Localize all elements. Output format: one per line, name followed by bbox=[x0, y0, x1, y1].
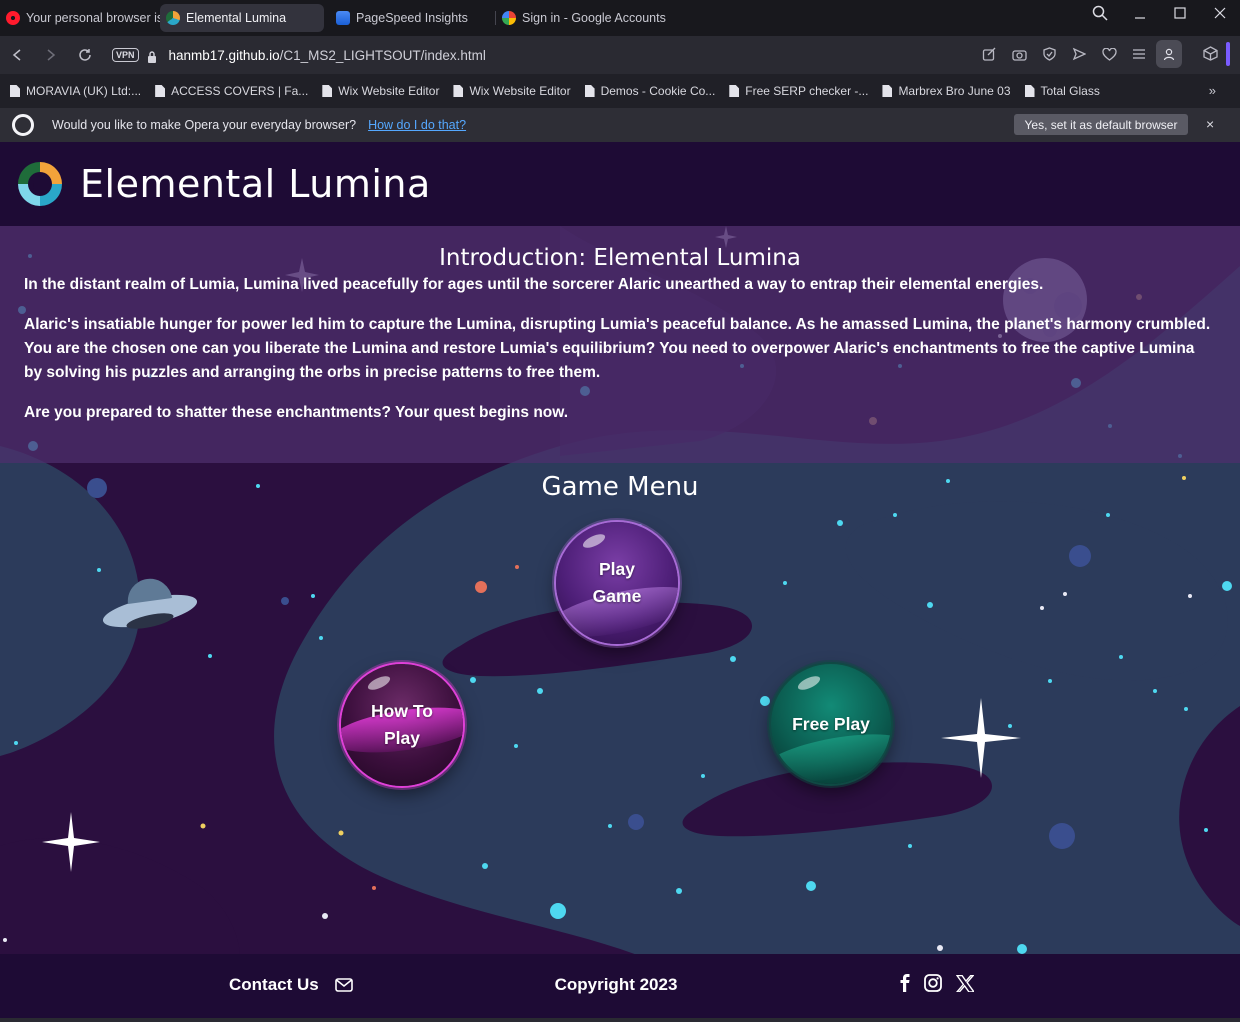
pagespeed-icon bbox=[336, 11, 350, 25]
search-tabs-icon[interactable] bbox=[1080, 0, 1120, 26]
lock-icon[interactable] bbox=[147, 50, 157, 63]
page-icon bbox=[729, 85, 740, 97]
set-default-button[interactable]: Yes, set it as default browser bbox=[1014, 114, 1188, 135]
bookmark-item[interactable]: Marbrex Bro June 03 bbox=[882, 84, 1011, 98]
bookmark-item[interactable]: Total Glass bbox=[1024, 84, 1100, 98]
social-links bbox=[900, 974, 974, 992]
reload-button[interactable] bbox=[68, 40, 102, 70]
bookmark-item[interactable]: MORAVIA (UK) Ltd:... bbox=[10, 84, 141, 98]
intro-paragraph: In the distant realm of Lumia, Lumina li… bbox=[24, 276, 1044, 293]
elemental-lumina-icon bbox=[166, 11, 180, 25]
extensions-cube-icon[interactable] bbox=[1203, 46, 1218, 66]
x-icon[interactable] bbox=[956, 974, 974, 992]
maximize-button[interactable] bbox=[1160, 0, 1200, 26]
facebook-icon[interactable] bbox=[900, 974, 910, 992]
copyright-text: Copyright 2023 bbox=[554, 975, 678, 994]
google-icon bbox=[502, 11, 516, 25]
send-icon[interactable] bbox=[1066, 40, 1092, 68]
url-text[interactable]: hanmb17.github.io/C1_MS2_LIGHTSOUT/index… bbox=[169, 48, 486, 63]
intro-paragraph: Are you prepared to shatter these enchan… bbox=[24, 404, 569, 421]
infobar-message: Would you like to make Opera your everyd… bbox=[52, 118, 357, 132]
intro-title: Introduction: Elemental Lumina bbox=[439, 245, 801, 271]
easy-setup-icon[interactable] bbox=[1126, 40, 1152, 68]
how-to-link[interactable]: How do I do that? bbox=[368, 118, 466, 132]
address-bar: VPN hanmb17.github.io/C1_MS2_LIGHTSOUT/i… bbox=[0, 36, 1240, 74]
infobar-close-button[interactable]: × bbox=[1206, 116, 1214, 132]
minimize-button[interactable] bbox=[1120, 0, 1160, 26]
page-icon bbox=[882, 85, 893, 97]
default-browser-infobar: Would you like to make Opera your everyd… bbox=[0, 108, 1240, 142]
sparkle-icon bbox=[42, 812, 100, 872]
opera-icon bbox=[6, 11, 20, 25]
tab-pagespeed[interactable]: PageSpeed Insights bbox=[330, 4, 496, 32]
tab-elemental-lumina[interactable]: Elemental Lumina bbox=[160, 4, 324, 32]
bookmark-item[interactable]: Wix Website Editor bbox=[453, 84, 571, 98]
page-icon bbox=[322, 85, 333, 97]
web-page: Elemental Lumina Introduction: Elemental… bbox=[0, 142, 1240, 1022]
edit-icon[interactable] bbox=[976, 40, 1002, 68]
bookmarks-more-button[interactable]: » bbox=[1209, 83, 1216, 98]
address-bar-tools bbox=[976, 40, 1182, 68]
tab-label: Elemental Lumina bbox=[186, 11, 287, 25]
opera-logo-icon bbox=[12, 114, 34, 136]
bookmark-item[interactable]: Demos - Cookie Co... bbox=[584, 84, 715, 98]
window-controls bbox=[1080, 0, 1240, 26]
vpn-badge[interactable]: VPN bbox=[112, 48, 139, 62]
snapshot-camera-icon[interactable] bbox=[1006, 40, 1032, 68]
heart-icon[interactable] bbox=[1096, 40, 1122, 68]
tab-google-signin[interactable]: Sign in - Google Accounts + bbox=[496, 4, 672, 32]
tab-label: PageSpeed Insights bbox=[356, 11, 468, 25]
sparkle-icon bbox=[941, 698, 1021, 778]
site-header: Elemental Lumina bbox=[0, 142, 1240, 226]
bookmark-item[interactable]: ACCESS COVERS | Fa... bbox=[155, 84, 308, 98]
sidebar-indicator[interactable] bbox=[1226, 42, 1230, 66]
intro-paragraph: Alaric's insatiable hunger for power led… bbox=[24, 316, 1211, 381]
page-icon bbox=[10, 85, 20, 97]
free-play-button[interactable]: Free Play bbox=[771, 664, 891, 784]
bookmarks-bar: MORAVIA (UK) Ltd:... ACCESS COVERS | Fa.… bbox=[0, 74, 1240, 108]
tab-label: Your personal browser is bbox=[26, 11, 160, 25]
forward-button[interactable] bbox=[34, 40, 68, 70]
page-icon bbox=[155, 85, 166, 97]
instagram-icon[interactable] bbox=[924, 974, 942, 992]
bookmark-item[interactable]: Free SERP checker -... bbox=[729, 84, 868, 98]
game-menu-title: Game Menu bbox=[541, 472, 699, 502]
shield-icon[interactable] bbox=[1036, 40, 1062, 68]
page-icon bbox=[1024, 85, 1035, 97]
back-button[interactable] bbox=[0, 40, 34, 70]
elemental-lumina-logo[interactable] bbox=[14, 158, 66, 210]
tab-label: Sign in - Google Accounts bbox=[522, 11, 666, 25]
site-title[interactable]: Elemental Lumina bbox=[80, 162, 431, 206]
profile-button[interactable] bbox=[1156, 40, 1182, 68]
how-to-play-button[interactable]: How To Play bbox=[341, 664, 463, 786]
page-bottom-edge bbox=[0, 1018, 1240, 1022]
page-icon bbox=[584, 85, 595, 97]
page-icon bbox=[453, 85, 464, 97]
close-window-button[interactable] bbox=[1200, 0, 1240, 26]
tab-opera-welcome[interactable]: Your personal browser is bbox=[0, 4, 160, 32]
intro-section: Introduction: Elemental Lumina In the di… bbox=[0, 226, 1240, 463]
site-footer: Contact Us Copyright 2023 bbox=[0, 954, 1240, 1018]
planet-icon bbox=[102, 578, 198, 629]
bookmark-item[interactable]: Wix Website Editor bbox=[322, 84, 439, 98]
play-game-button[interactable]: Play Game bbox=[556, 522, 678, 644]
browser-tab-bar: Your personal browser is Elemental Lumin… bbox=[0, 0, 1240, 36]
